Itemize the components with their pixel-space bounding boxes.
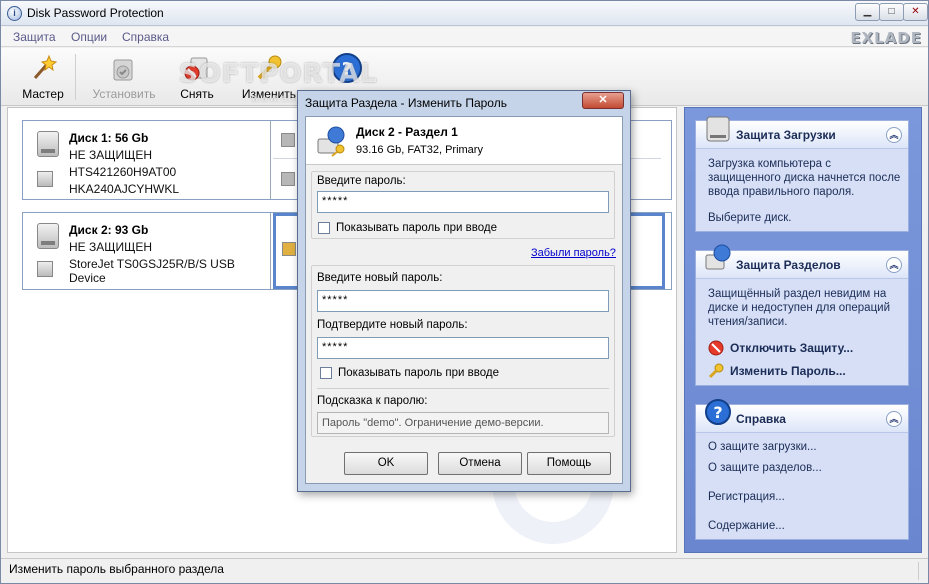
partition-icon	[282, 242, 296, 256]
partition-key-icon	[317, 126, 345, 157]
forgot-password-link[interactable]: Забыли пароль?	[531, 247, 616, 259]
disk-2-title: Диск 2: 93 Gb	[69, 223, 148, 237]
help-link-contents[interactable]: Содержание...	[708, 520, 785, 532]
disk-2-model: StoreJet TS0GSJ25R/B/S USB Device	[69, 257, 235, 285]
dialog-header: Диск 2 - Раздел 1 93.16 Gb, FAT32, Prima…	[306, 117, 622, 165]
menu-help[interactable]: Справка	[122, 30, 169, 44]
usb-icon	[37, 261, 53, 277]
disk-1-title: Диск 1: 56 Gb	[69, 131, 148, 145]
help-link-boot[interactable]: О защите загрузки...	[708, 441, 817, 453]
disk-1-info: Диск 1: 56 Gb НЕ ЗАЩИЩЕН HTS421260H9AT00…	[23, 121, 271, 199]
boot-protection-text: Загрузка компьютера с защищенного диска …	[708, 158, 901, 198]
show-password-checkbox-2[interactable]	[320, 367, 332, 379]
help-box: ? Справка ︽ О защите загрузки... О защит…	[695, 399, 909, 540]
show-password-label-1: Показывать пароль при вводе	[336, 222, 497, 234]
toolbar-separator	[75, 54, 76, 100]
partition-protection-text: Защищённый раздел невидим на диске и нед…	[708, 288, 891, 328]
password-hint-input[interactable]: Пароль "demo". Ограничение демо-версии.	[317, 412, 609, 434]
disk-1-status: НЕ ЗАЩИЩЕН	[69, 148, 153, 162]
collapse-chevron-icon[interactable]: ︽	[886, 127, 902, 143]
wizard-label: Мастер	[22, 87, 64, 101]
magic-wand-icon	[27, 52, 59, 84]
partition-disk-icon	[704, 243, 732, 273]
menu-protection[interactable]: Защита	[13, 30, 56, 44]
window-title: Disk Password Protection	[27, 6, 164, 20]
disk-1-serial: HKA240AJCYHWKL	[69, 182, 180, 196]
show-password-checkbox-1[interactable]	[318, 222, 330, 234]
hard-disk-icon	[37, 131, 59, 157]
dialog-partition-title: Диск 2 - Раздел 1	[356, 125, 458, 139]
disk-1-name: Диск 1:	[69, 131, 112, 145]
disk-1-model: HTS421260H9AT00	[69, 165, 177, 179]
boot-protection-box: Защита Загрузки ︽ Загрузка компьютера с …	[695, 116, 909, 232]
key-icon	[708, 363, 724, 379]
partition-protection-title: Защита Разделов	[736, 258, 841, 272]
confirm-password-input[interactable]: *****	[317, 337, 609, 359]
cancel-button[interactable]: Отмена	[438, 452, 522, 475]
boot-disk-icon	[704, 113, 732, 143]
group-divider	[317, 388, 609, 389]
current-password-label: Введите пароль:	[317, 175, 406, 187]
title-bar: i Disk Password Protection ▁ □ ✕	[1, 1, 928, 26]
menu-bar: Защита Опции Справка EXLADE	[1, 27, 928, 47]
remove-label: Снять	[180, 87, 214, 101]
app-icon: i	[7, 6, 22, 21]
help-title: Справка	[736, 412, 786, 426]
minimize-button[interactable]: ▁	[855, 3, 880, 21]
help-icon: ?	[704, 397, 732, 427]
status-bar: Изменить пароль выбранного раздела	[1, 558, 928, 583]
brand-logo: EXLADE	[850, 29, 922, 47]
help-link-partitions[interactable]: О защите разделов...	[708, 462, 822, 474]
boot-protection-title: Защита Загрузки	[736, 128, 836, 142]
help-link-registration[interactable]: Регистрация...	[708, 491, 785, 503]
install-protection-icon	[108, 52, 140, 84]
show-password-label-2: Показывать пароль при вводе	[338, 367, 499, 379]
disk-2-size: 93 Gb	[114, 223, 149, 237]
partition-protection-box: Защита Разделов ︽ Защищённый раздел неви…	[695, 244, 909, 386]
disk-2-status: НЕ ЗАЩИЩЕН	[69, 240, 153, 254]
collapse-chevron-icon[interactable]: ︽	[886, 257, 902, 273]
new-password-input[interactable]: *****	[317, 290, 609, 312]
confirm-password-label: Подтвердите новый пароль:	[317, 319, 468, 331]
install-label: Установить	[92, 87, 156, 101]
hard-disk-icon	[37, 223, 59, 249]
new-password-label: Введите новый пароль:	[317, 272, 443, 284]
partition-icon	[281, 133, 295, 147]
watermark-logo: SOFTPORTAL	[179, 59, 378, 89]
boot-protection-header[interactable]: Защита Загрузки ︽	[696, 116, 908, 149]
help-button[interactable]: Помощь	[527, 452, 611, 475]
task-panel: Защита Загрузки ︽ Загрузка компьютера с …	[684, 107, 922, 553]
disable-protection-link[interactable]: Отключить Защиту...	[730, 341, 853, 355]
install-button[interactable]: Установить	[91, 52, 157, 101]
dialog-partition-info: 93.16 Gb, FAT32, Primary	[356, 144, 483, 156]
boot-protection-hint: Выберите диск.	[708, 212, 792, 224]
disk-1-size: 56 Gb	[114, 131, 149, 145]
disk-port-icon	[37, 171, 53, 187]
wizard-button[interactable]: Мастер	[21, 52, 65, 101]
current-password-input[interactable]: *****	[317, 191, 609, 213]
partition-icon	[281, 172, 295, 186]
close-button[interactable]: ✕	[903, 3, 928, 21]
partition-protection-header[interactable]: Защита Разделов ︽	[696, 244, 908, 279]
disk-2-name: Диск 2:	[69, 223, 112, 237]
disk-2-info: Диск 2: 93 Gb НЕ ЗАЩИЩЕН StoreJet TS0GSJ…	[23, 213, 271, 289]
disable-icon	[708, 340, 724, 356]
maximize-button[interactable]: □	[879, 3, 904, 21]
change-password-link[interactable]: Изменить Пароль...	[730, 364, 846, 378]
svg-text:?: ?	[713, 403, 722, 422]
menu-options[interactable]: Опции	[71, 30, 107, 44]
change-password-dialog: Защита Раздела - Изменить Пароль ✕ Диск …	[297, 90, 631, 492]
ok-button[interactable]: OK	[344, 452, 428, 475]
status-text: Изменить пароль выбранного раздела	[9, 562, 919, 580]
password-hint-label: Подсказка к паролю:	[317, 395, 428, 407]
dialog-title: Защита Раздела - Изменить Пароль	[305, 96, 507, 110]
dialog-close-button[interactable]: ✕	[582, 92, 624, 109]
help-header[interactable]: ? Справка ︽	[696, 399, 908, 433]
collapse-chevron-icon[interactable]: ︽	[886, 411, 902, 427]
